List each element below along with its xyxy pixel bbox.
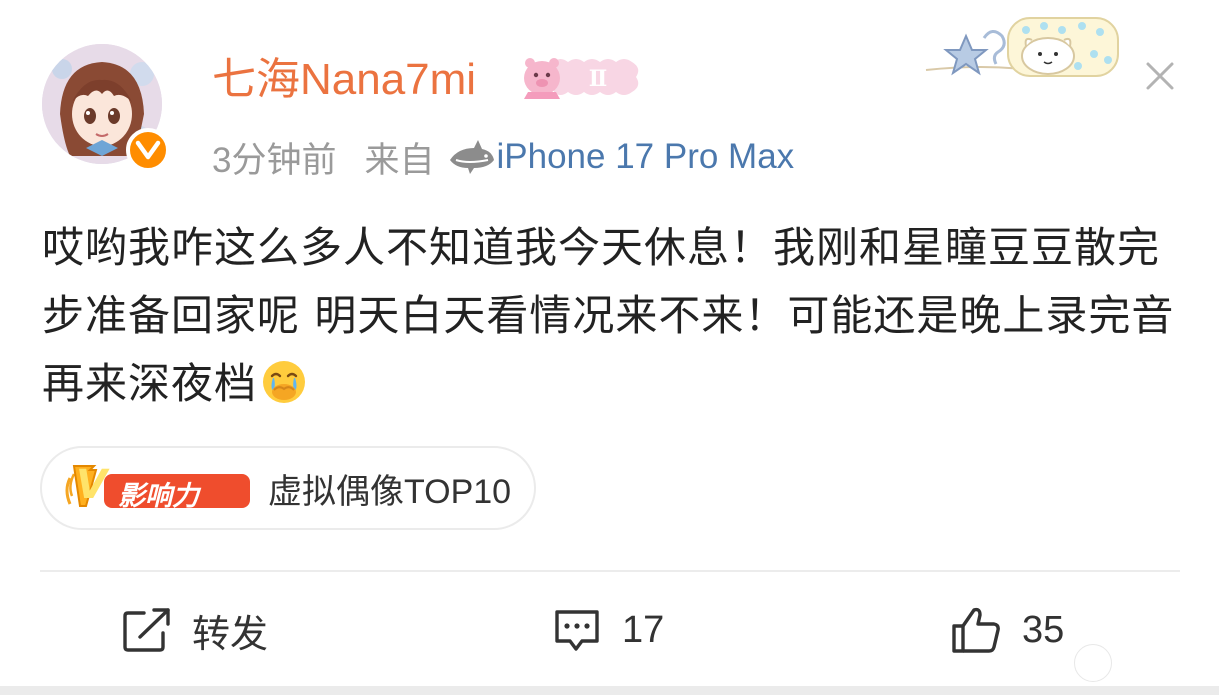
influence-logo-v: V	[76, 462, 107, 508]
like-count: 35	[1022, 608, 1065, 651]
close-icon[interactable]	[1140, 56, 1180, 96]
post-text: 哎哟我咋这么多人不知道我今天休息！我刚和星瞳豆豆散完步准备回家呢 明天白天看情况…	[42, 223, 1175, 408]
comment-count: 17	[622, 608, 665, 651]
comment-icon	[555, 610, 599, 651]
watermark-icon	[1074, 644, 1112, 682]
shark-icon	[450, 140, 495, 174]
like-button[interactable]: 35	[950, 604, 1064, 656]
device-link[interactable]: iPhone 17 Pro Max	[496, 137, 794, 177]
divider	[40, 570, 1180, 572]
influence-logo-text: 影响力	[118, 481, 199, 512]
pig-ii-badge-icon[interactable]: Ⅱ	[520, 54, 644, 100]
weibo-post-card: 七海Nana7mi Ⅱ 3分钟前 来自 iPhone 17 Pro Max 哎哟…	[0, 0, 1219, 695]
svg-text:Ⅱ: Ⅱ	[589, 66, 608, 92]
card-decoration-image	[922, 8, 1128, 86]
from-label: 来自	[364, 140, 435, 180]
post-body: 哎哟我咋这么多人不知道我今天休息！我刚和星瞳豆豆散完步准备回家呢 明天白天看情况…	[42, 214, 1192, 418]
repost-icon	[123, 608, 170, 652]
post-meta: 3分钟前 来自 iPhone 17 Pro Max	[212, 134, 794, 180]
comment-button[interactable]: 17	[552, 604, 664, 656]
author-name[interactable]: 七海Nana7mi	[212, 52, 476, 108]
bottom-separator	[0, 686, 1219, 695]
repost-button[interactable]: 转发	[122, 604, 268, 656]
verified-v-icon	[126, 128, 170, 172]
influence-tag[interactable]: V 影响力 虚拟偶像TOP10	[40, 446, 536, 530]
crying-covering-mouth-emoji	[263, 361, 306, 403]
influence-logo: V 影响力	[60, 460, 252, 516]
repost-label: 转发	[192, 613, 269, 656]
influence-tag-label: 虚拟偶像TOP10	[268, 472, 512, 511]
post-time: 3分钟前	[212, 140, 337, 180]
thumbs-up-icon	[952, 607, 1000, 653]
